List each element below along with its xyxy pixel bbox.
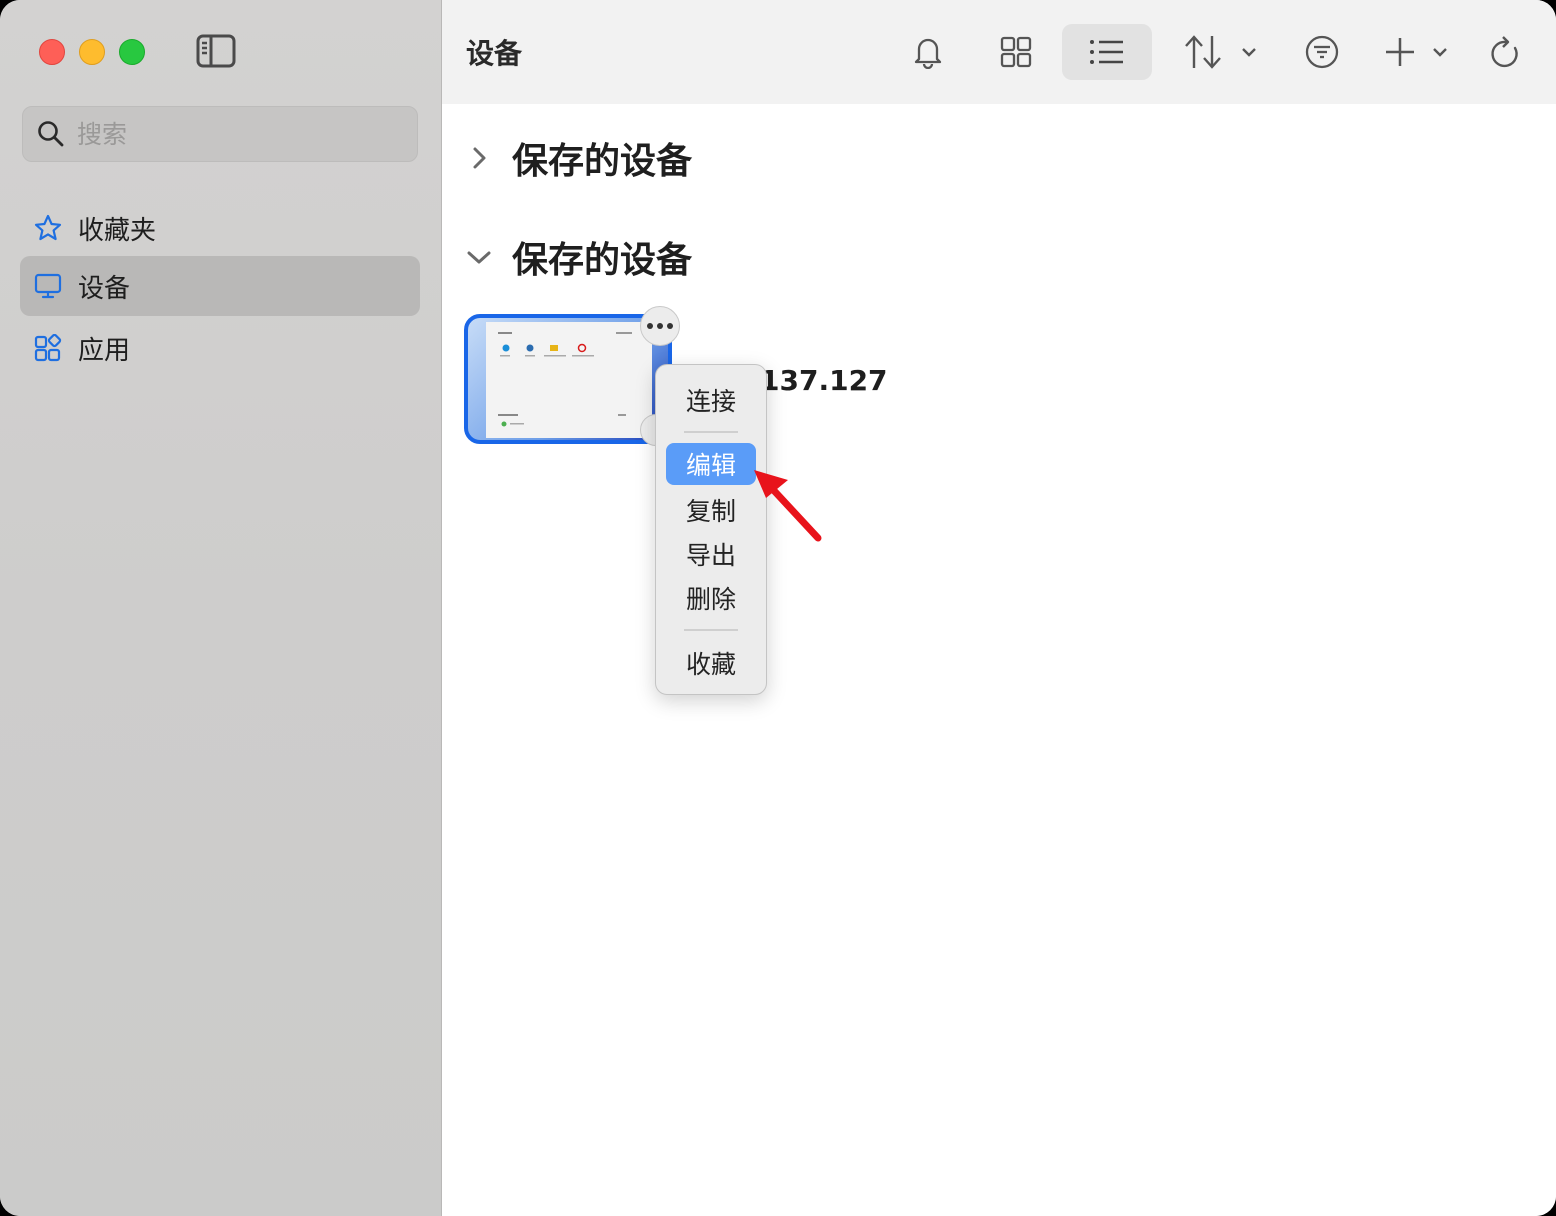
section-title: 保存的设备 — [512, 240, 693, 281]
bell-icon — [914, 38, 942, 69]
menu-item-delete[interactable]: 删除 — [666, 577, 756, 619]
device-more-button[interactable] — [640, 306, 680, 346]
sidebar-item-devices[interactable]: 设备 — [20, 256, 420, 316]
main-content: 设备 保存的设备 保存的设备 137.127 连接 编辑 复制 导出 删除 收藏 — [442, 0, 1556, 1216]
refresh-icon — [1491, 36, 1518, 68]
sidebar-item-apps[interactable]: 应用 — [20, 318, 420, 378]
filter-button[interactable] — [1302, 24, 1342, 80]
pointer-arrow-icon — [754, 470, 822, 542]
minimize-window-button[interactable] — [79, 39, 105, 65]
device-name: 137.127 — [760, 364, 888, 397]
apps-icon — [34, 333, 62, 362]
section-header-collapsed[interactable]: 保存的设备 — [466, 132, 692, 184]
page-title: 设备 — [466, 37, 523, 70]
menu-separator — [684, 431, 738, 433]
menu-item-copy[interactable]: 复制 — [666, 489, 756, 531]
section-header-expanded[interactable]: 保存的设备 — [466, 231, 692, 283]
star-icon — [34, 214, 62, 242]
sidebar-item-favorites[interactable]: 收藏夹 — [20, 198, 420, 258]
add-button[interactable] — [1382, 24, 1462, 80]
sidebar-toggle-icon[interactable] — [196, 34, 236, 68]
filter-icon — [1305, 35, 1339, 69]
list-view-button[interactable] — [1062, 24, 1152, 80]
sidebar-item-label: 应用 — [78, 335, 131, 366]
chevron-down-icon[interactable] — [466, 244, 492, 270]
list-view-icon — [1090, 40, 1123, 64]
toolbar: 设备 — [442, 0, 1556, 104]
zoom-window-button[interactable] — [119, 39, 145, 65]
refresh-button[interactable] — [1486, 24, 1526, 80]
search-icon — [37, 120, 65, 148]
search-box[interactable] — [22, 106, 418, 162]
menu-item-export[interactable]: 导出 — [666, 533, 756, 575]
sidebar-item-label: 设备 — [78, 273, 131, 304]
search-input[interactable] — [77, 119, 397, 149]
menu-item-connect[interactable]: 连接 — [666, 379, 756, 421]
chevron-right-icon[interactable] — [466, 145, 492, 171]
app-window: 收藏夹 设备 应用 — [0, 0, 1556, 1216]
grid-view-icon — [1000, 36, 1032, 68]
sort-button[interactable] — [1182, 24, 1264, 80]
notifications-button[interactable] — [906, 24, 950, 80]
menu-separator — [684, 629, 738, 631]
sort-icon — [1185, 35, 1256, 69]
close-window-button[interactable] — [39, 39, 65, 65]
menu-item-favorite[interactable]: 收藏 — [666, 642, 756, 684]
section-title: 保存的设备 — [512, 141, 693, 182]
more-icon — [647, 323, 673, 329]
add-icon — [1386, 38, 1447, 66]
menu-item-edit[interactable]: 编辑 — [666, 443, 756, 485]
grid-view-button[interactable] — [994, 24, 1038, 80]
device-screen-preview — [486, 322, 652, 438]
sidebar: 收藏夹 设备 应用 — [0, 0, 442, 1216]
monitor-icon — [34, 272, 62, 300]
sidebar-item-label: 收藏夹 — [78, 215, 157, 246]
